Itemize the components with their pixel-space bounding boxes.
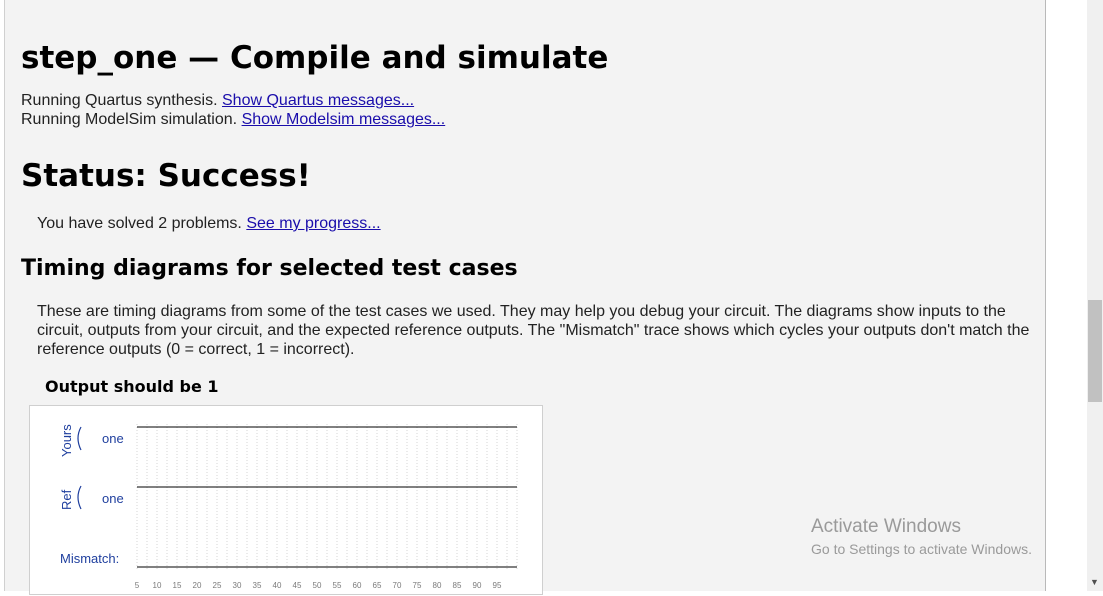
tick-label: 65 (373, 581, 382, 590)
vertical-scrollbar[interactable]: ▼ (1087, 0, 1103, 591)
tick-label: 50 (313, 581, 322, 590)
tick-label: 5 (135, 581, 140, 590)
show-modelsim-messages-link[interactable]: Show Modelsim messages... (242, 111, 446, 128)
tick-labels: 5 10 15 20 25 30 35 40 45 50 55 60 65 70 75 80 85 90 95 (135, 581, 502, 590)
tick-label: 90 (473, 581, 482, 590)
tick-label: 45 (293, 581, 302, 590)
timing-diagrams-heading: Timing diagrams for selected test cases (21, 256, 518, 281)
tick-label: 70 (393, 581, 402, 590)
tick-label: 85 (453, 581, 462, 590)
scrollbar-thumb[interactable] (1088, 300, 1102, 402)
tick-label: 95 (493, 581, 502, 590)
tick-label: 55 (333, 581, 342, 590)
activate-windows-title: Activate Windows (811, 516, 961, 537)
tick-label: 30 (233, 581, 242, 590)
timing-diagram: Yours one Ref one Mismatch: 5 10 15 20 25 30 3… (29, 405, 543, 595)
modelsim-log-line: Running ModelSim simulation. Show Models… (21, 111, 445, 129)
timing-diagram-svg: Yours one Ref one Mismatch: 5 10 15 20 25 30 3… (59, 424, 518, 590)
quartus-status-text: Running Quartus synthesis. (21, 92, 218, 109)
timing-description: These are timing diagrams from some of t… (37, 303, 1030, 358)
quartus-log-line: Running Quartus synthesis. Show Quartus … (21, 92, 414, 110)
page-title: step_one — Compile and simulate (21, 40, 609, 76)
group-label-yours: Yours (59, 424, 74, 457)
tick-label: 15 (173, 581, 182, 590)
bracket-yours (77, 426, 82, 451)
activate-windows-subtitle: Go to Settings to activate Windows. (811, 541, 1032, 557)
group-label-ref: Ref (59, 489, 74, 510)
tick-label: 10 (153, 581, 162, 590)
tick-label: 20 (193, 581, 202, 590)
grid-lines (136, 424, 518, 569)
tick-label: 75 (413, 581, 422, 590)
show-quartus-messages-link[interactable]: Show Quartus messages... (222, 92, 414, 109)
tick-label: 60 (353, 581, 362, 590)
bracket-ref (77, 485, 82, 510)
solved-count-text: You have solved 2 problems. (37, 215, 242, 232)
solved-count-line: You have solved 2 problems. See my progr… (37, 215, 381, 233)
signal-label-yours: one (102, 431, 124, 446)
scroll-down-arrow-icon[interactable]: ▼ (1090, 578, 1099, 587)
signal-label-ref: one (102, 491, 124, 506)
tick-label: 80 (433, 581, 442, 590)
tick-label: 35 (253, 581, 262, 590)
modelsim-status-text: Running ModelSim simulation. (21, 111, 238, 128)
see-progress-link[interactable]: See my progress... (246, 215, 380, 232)
tick-label: 25 (213, 581, 222, 590)
mismatch-label: Mismatch: (60, 551, 119, 566)
status-heading: Status: Success! (21, 158, 311, 194)
test-case-title: Output should be 1 (45, 377, 219, 396)
tick-label: 40 (273, 581, 282, 590)
